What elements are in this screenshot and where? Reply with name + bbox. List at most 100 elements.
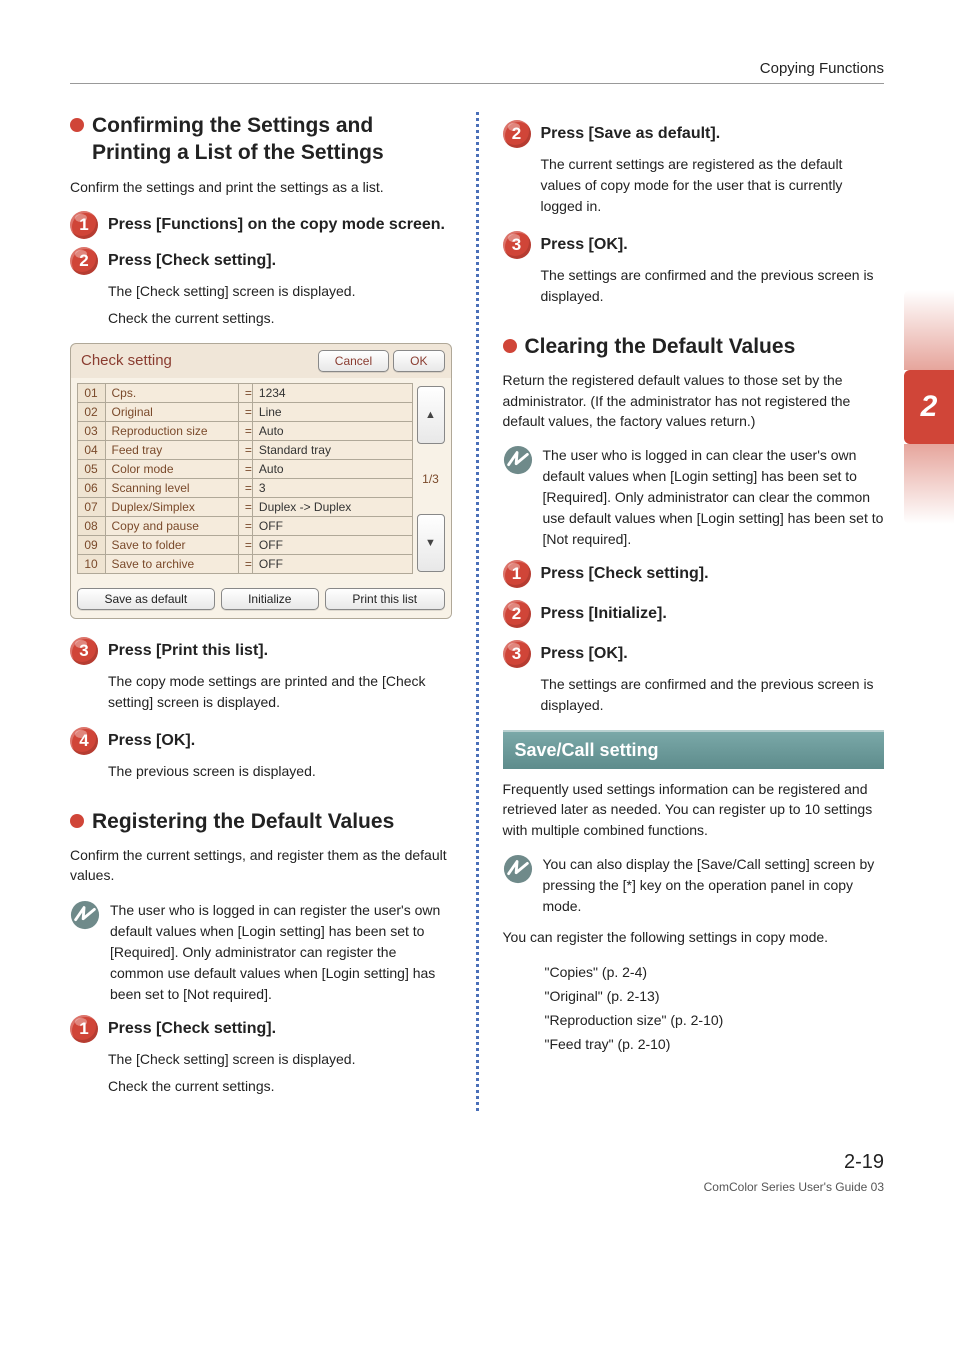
clr-step3-title: Press [OK]. [541,644,628,665]
row-name: Reproduction size [105,421,239,441]
row-name: Duplex/Simplex [105,497,239,517]
note-text: The user who is logged in can clear the … [543,445,885,550]
step3-title: Press [Print this list]. [108,641,268,662]
row-name: Save to archive [105,554,239,574]
save-as-default-button[interactable]: Save as default [77,588,215,610]
row-index: 04 [77,440,106,460]
settings-grid: 01Cps.=123402Original=Line03Reproduction… [77,384,413,574]
equals-icon: = [238,516,253,536]
row-value: OFF [252,535,413,555]
row-value: Auto [252,421,413,441]
reference-item: "Feed tray" (p. 2-10) [545,1033,885,1057]
reference-item: "Reproduction size" (p. 2-10) [545,1009,885,1033]
page-indicator: 1/3 [417,446,445,513]
row-index: 02 [77,402,106,422]
clr-step1-title: Press [Check setting]. [541,564,709,585]
row-value: 1234 [252,383,413,403]
step-badge-4: 4 [70,727,98,755]
save-call-lead: You can register the following settings … [503,927,885,947]
intro-text: Confirm the current settings, and regist… [70,845,452,886]
step2-body2: Check the current settings. [108,308,452,329]
step-badge-2: 2 [503,600,531,628]
chapter-tab: 2 [904,370,954,444]
row-name: Scanning level [105,478,239,498]
row-name: Original [105,402,239,422]
row-index: 03 [77,421,106,441]
step1-title: Press [Functions] on the copy mode scree… [108,215,445,236]
step2-title: Press [Check setting]. [108,251,276,272]
step-badge-3: 3 [503,640,531,668]
reg-step1-body1: The [Check setting] screen is displayed. [108,1049,452,1070]
row-index: 05 [77,459,106,479]
row-index: 08 [77,516,106,536]
row-value: Line [252,402,413,422]
heading-confirming-settings: Confirming the Settings and Printing a L… [70,112,452,167]
equals-icon: = [238,497,253,517]
panel-title: Check setting [81,352,172,369]
step-badge-1: 1 [503,560,531,588]
heading-text: Clearing the Default Values [525,333,796,360]
note-icon [503,854,533,884]
scroll-down-button[interactable]: ▼ [417,514,445,572]
equals-icon: = [238,421,253,441]
scroll-up-button[interactable]: ▲ [417,386,445,444]
note-icon [503,445,533,475]
step-badge-1: 1 [70,211,98,239]
row-name: Color mode [105,459,239,479]
cont-step2-title: Press [Save as default]. [541,124,721,145]
bullet-icon [70,814,84,828]
row-value: 3 [252,478,413,498]
print-this-list-button[interactable]: Print this list [325,588,445,610]
heading-text: Registering the Default Values [92,808,394,835]
step3-body: The copy mode settings are printed and t… [108,671,452,713]
equals-icon: = [238,535,253,555]
step4-title: Press [OK]. [108,731,195,752]
intro-text: Return the registered default values to … [503,370,885,431]
cont-step3-title: Press [OK]. [541,235,628,256]
clr-step3-body: The settings are confirmed and the previ… [541,674,885,716]
row-name: Feed tray [105,440,239,460]
step-badge-1: 1 [70,1015,98,1043]
row-index: 07 [77,497,106,517]
cont-step2-body: The current settings are registered as t… [541,154,885,217]
row-index: 09 [77,535,106,555]
reference-list: "Copies" (p. 2-4)"Original" (p. 2-13)"Re… [545,961,885,1056]
row-name: Save to folder [105,535,239,555]
step-badge-2: 2 [70,247,98,275]
save-call-heading: Save/Call setting [503,730,885,769]
step2-body1: The [Check setting] screen is displayed. [108,281,452,302]
page-number: 2-19 [70,1151,884,1174]
heading-registering-defaults: Registering the Default Values [70,808,452,835]
heading-text: Confirming the Settings and Printing a L… [92,112,452,167]
note-text: You can also display the [Save/Call sett… [543,854,885,917]
equals-icon: = [238,440,253,460]
row-value: Duplex -> Duplex [252,497,413,517]
left-column: Confirming the Settings and Printing a L… [70,112,452,1111]
column-separator [476,112,479,1111]
bullet-icon [70,118,84,132]
ok-button[interactable]: OK [393,350,444,372]
heading-clearing-defaults: Clearing the Default Values [503,333,885,360]
running-header: Copying Functions [70,60,884,84]
clr-step2-title: Press [Initialize]. [541,604,667,625]
reference-item: "Copies" (p. 2-4) [545,961,885,985]
cancel-button[interactable]: Cancel [318,350,389,372]
right-column: 2 Press [Save as default]. The current s… [503,112,885,1111]
step4-body: The previous screen is displayed. [108,761,452,782]
row-value: Standard tray [252,440,413,460]
reference-item: "Original" (p. 2-13) [545,985,885,1009]
equals-icon: = [238,402,253,422]
initialize-button[interactable]: Initialize [221,588,319,610]
equals-icon: = [238,554,253,574]
equals-icon: = [238,478,253,498]
row-index: 10 [77,554,106,574]
step-badge-2: 2 [503,120,531,148]
row-value: OFF [252,554,413,574]
reg-step1-body2: Check the current settings. [108,1076,452,1097]
reg-step1-title: Press [Check setting]. [108,1019,276,1040]
equals-icon: = [238,383,253,403]
row-index: 01 [77,383,106,403]
row-value: OFF [252,516,413,536]
bullet-icon [503,339,517,353]
step-badge-3: 3 [70,637,98,665]
